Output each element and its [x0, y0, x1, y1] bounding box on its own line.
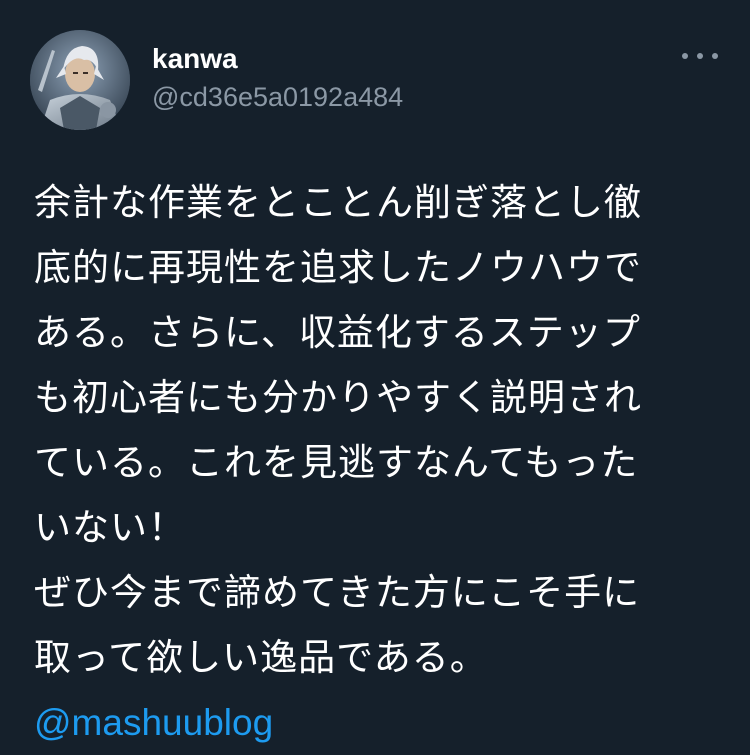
tweet-text-line: 底的に再現性を追求したノウハウで — [34, 246, 642, 289]
avatar-image — [30, 30, 130, 130]
tweet-text-line: ぜひ今まで諦めてきた方にこそ手に — [34, 571, 641, 614]
tweet-text-line: いない！ — [34, 506, 186, 549]
tweet-text-line: ている。これを見逃すなんてもった — [34, 441, 639, 484]
mention-link[interactable]: @mashuublog — [34, 690, 714, 755]
tweet: kanwa @cd36e5a0192a484 余計な作業をとことん削ぎ落とし徹 … — [0, 0, 750, 743]
tweet-text-line: 余計な作業をとことん削ぎ落とし徹 — [34, 181, 642, 224]
more-icon[interactable] — [680, 44, 720, 68]
tweet-text-line: 取って欲しい逸品である。 — [34, 636, 488, 679]
tweet-text-line: も初心者にも分かりやすく説明され — [34, 376, 642, 419]
tweet-text: 余計な作業をとことん削ぎ落とし徹 底的に再現性を追求したノウハウで ある。さらに… — [34, 170, 714, 755]
avatar[interactable] — [30, 30, 130, 130]
author-display-name[interactable]: kanwa — [152, 42, 238, 76]
more-dot — [697, 53, 703, 59]
more-dot — [682, 53, 688, 59]
tweet-text-line: ある。さらに、収益化するステップ — [34, 311, 641, 354]
author-handle[interactable]: @cd36e5a0192a484 — [152, 80, 403, 114]
more-dot — [712, 53, 718, 59]
